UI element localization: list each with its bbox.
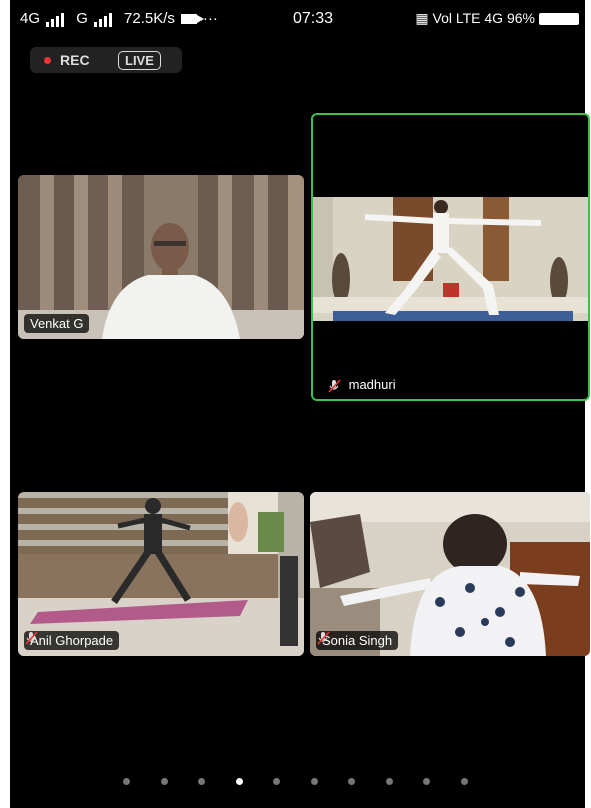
clock: 07:33 — [293, 10, 334, 27]
page-dot[interactable] — [310, 778, 318, 785]
network-type-1: 4G — [20, 10, 41, 27]
page-dot[interactable] — [423, 778, 431, 785]
signal-icon — [46, 10, 66, 27]
more-notifications-icon: ··· — [202, 10, 218, 27]
record-dot-icon — [44, 57, 51, 64]
live-badge[interactable]: LIVE — [118, 51, 161, 70]
mic-muted-icon — [25, 631, 38, 645]
page-dot[interactable] — [198, 778, 206, 785]
frame-edge — [0, 0, 10, 808]
recording-indicator[interactable]: REC LIVE — [30, 47, 182, 73]
page-dot[interactable] — [385, 778, 393, 785]
participant-name-tag: madhuri — [321, 375, 402, 395]
page-dot[interactable] — [123, 778, 131, 785]
status-right: ▦ Vol LTE 4G 96% — [415, 10, 579, 27]
battery-icon — [539, 13, 579, 26]
participant-name: Venkat G — [30, 316, 84, 331]
video-tile-madhuri[interactable]: madhuri — [311, 113, 590, 401]
page-indicator[interactable] — [0, 772, 591, 790]
video-tile-venkat[interactable]: Venkat G — [18, 175, 304, 339]
battery-percent: 96% — [506, 10, 535, 26]
page-dot[interactable] — [348, 778, 356, 785]
page-dot-active[interactable] — [235, 778, 243, 785]
mic-muted-icon — [317, 631, 330, 645]
network-type-2: G — [76, 10, 88, 27]
participant-name-tag: Sonia Singh — [316, 631, 399, 650]
status-bar: 4G G 72.5K/s ··· 07:33 ▦ Vol LTE 4G 96% — [10, 0, 585, 40]
page-dot[interactable] — [160, 778, 168, 785]
volte-indicator: Vol LTE 4G — [432, 10, 504, 26]
page-dot[interactable] — [273, 778, 281, 785]
participant-name: madhuri — [348, 377, 396, 393]
status-left: 4G G 72.5K/s ··· — [20, 10, 224, 27]
video-tile-sonia[interactable]: Sonia Singh — [310, 492, 590, 656]
data-speed: 72.5K/s — [124, 10, 175, 27]
video-tile-anil[interactable]: Anil Ghorpade — [18, 492, 304, 656]
participant-name-tag: Anil Ghorpade — [24, 631, 120, 650]
participant-name: Anil Ghorpade — [30, 633, 114, 648]
signal-icon — [93, 10, 114, 27]
rec-label: REC — [60, 52, 90, 68]
mic-muted-icon — [328, 379, 341, 393]
vibrate-icon: ▦ — [415, 10, 429, 26]
page-dot[interactable] — [460, 778, 468, 785]
madhuri-video — [313, 197, 588, 321]
video-camera-icon — [180, 14, 204, 25]
participant-name-tag: Venkat G — [24, 314, 90, 333]
participant-name: Sonia Singh — [322, 633, 393, 648]
